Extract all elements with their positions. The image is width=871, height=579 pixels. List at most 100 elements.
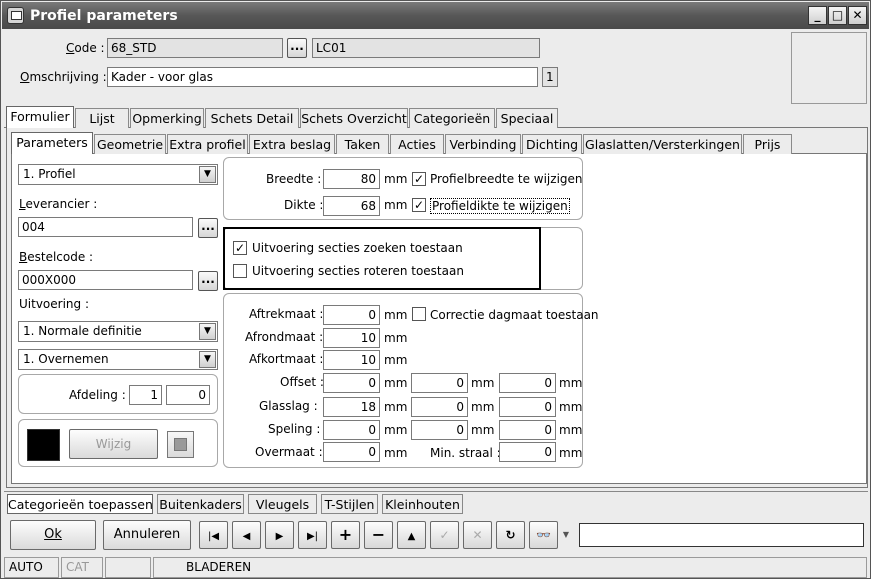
leverancier-lookup-button[interactable]: ...: [198, 218, 218, 238]
bottom-tab-t-stijlen[interactable]: T-Stijlen: [321, 494, 378, 514]
speling-field-3[interactable]: 0: [499, 420, 556, 440]
speling-label: Speling :: [268, 422, 321, 436]
subtab-glaslatten[interactable]: Glaslatten/Versterkingen: [583, 134, 742, 154]
type-select[interactable]: 1. Profiel ▼: [18, 164, 218, 185]
tab-opmerking[interactable]: Opmerking: [130, 108, 204, 128]
search-dropdown-button[interactable]: ▼: [560, 528, 572, 542]
zoeken-label: Uitvoering secties zoeken toestaan: [252, 241, 463, 255]
code-extra-field[interactable]: LC01: [312, 38, 540, 58]
tab-speciaal[interactable]: Speciaal: [496, 108, 558, 128]
subtab-parameters[interactable]: Parameters: [11, 132, 93, 154]
glasslag-field-2[interactable]: 0: [411, 397, 468, 417]
dikte-unit: mm: [384, 198, 408, 212]
bottom-tab-categorieen-toepassen[interactable]: Categorieën toepassen: [7, 494, 153, 514]
post-record-button[interactable]: ✓: [430, 521, 459, 549]
subtab-dichting[interactable]: Dichting: [522, 134, 582, 154]
delete-record-button[interactable]: −: [364, 521, 393, 549]
chevron-down-icon[interactable]: ▼: [199, 166, 216, 183]
offset-field-2[interactable]: 0: [411, 373, 468, 393]
title-bar[interactable]: Profiel parameters _ □ ✕: [2, 2, 869, 29]
maximize-button[interactable]: □: [828, 6, 847, 25]
tab-schets-overzicht[interactable]: Schets Overzicht: [300, 108, 408, 128]
overmaat-field[interactable]: 0: [323, 442, 380, 462]
breedte-field[interactable]: 80: [323, 169, 380, 189]
edit-record-button[interactable]: ▲: [397, 521, 426, 549]
subtab-extra-profiel[interactable]: Extra profiel: [167, 134, 248, 154]
chevron-down-icon[interactable]: ▼: [199, 351, 216, 368]
subtab-taken[interactable]: Taken: [336, 134, 389, 154]
status-empty: [105, 557, 151, 578]
leverancier-field[interactable]: 004: [18, 217, 193, 237]
window: Profiel parameters _ □ ✕ Code : 68_STD .…: [0, 0, 871, 579]
uitvoering-label: Uitvoering :: [19, 297, 89, 311]
speling-field-2[interactable]: 0: [411, 420, 468, 440]
cancel-record-button[interactable]: ✕: [463, 521, 492, 549]
dikte-checkbox[interactable]: ✓: [412, 198, 426, 212]
color-picker-button[interactable]: [167, 431, 194, 458]
glasslag-field-1[interactable]: 18: [323, 397, 380, 417]
previous-record-button[interactable]: ◀: [232, 521, 261, 549]
code-lookup-button[interactable]: ...: [287, 38, 307, 58]
tab-formulier[interactable]: Formulier: [6, 106, 74, 128]
omschrijving-count: 1: [542, 67, 558, 87]
bestelcode-lookup-button[interactable]: ...: [198, 271, 218, 291]
minimize-button[interactable]: _: [808, 6, 827, 25]
correctie-checkbox[interactable]: [412, 307, 426, 321]
bestelcode-field[interactable]: 000X000: [18, 270, 193, 290]
triangle-up-icon: ▲: [407, 531, 416, 542]
first-record-button[interactable]: |◀: [199, 521, 228, 549]
next-record-button[interactable]: ▶: [265, 521, 294, 549]
color-swatch[interactable]: [27, 429, 60, 461]
zoeken-checkbox[interactable]: ✓: [233, 241, 247, 255]
last-record-button[interactable]: ▶|: [298, 521, 327, 549]
afdeling-field-2[interactable]: 0: [166, 385, 210, 405]
afrondmaat-field[interactable]: 10: [323, 328, 380, 348]
omschrijving-field[interactable]: Kader - voor glas: [107, 67, 538, 87]
refresh-button[interactable]: ↻: [496, 521, 525, 549]
offset-field-3[interactable]: 0: [499, 373, 556, 393]
subtab-verbinding[interactable]: Verbinding: [445, 134, 521, 154]
afkortmaat-unit: mm: [384, 353, 408, 367]
subtab-geometrie[interactable]: Geometrie: [94, 134, 166, 154]
bottom-tab-kleinhouten[interactable]: Kleinhouten: [382, 494, 463, 514]
offset-field-1[interactable]: 0: [323, 373, 380, 393]
afdeling-field-1[interactable]: 1: [129, 385, 162, 405]
chevron-down-icon[interactable]: ▼: [199, 323, 216, 340]
tab-schets-detail[interactable]: Schets Detail: [205, 108, 299, 128]
aftrekmaat-label: Aftrekmaat :: [249, 307, 324, 321]
omschrijving-label: Omschrijving :: [20, 70, 107, 84]
speling-unit-3: mm: [559, 423, 583, 437]
subtab-prijs[interactable]: Prijs: [743, 134, 792, 154]
ok-button[interactable]: Ok: [10, 520, 96, 550]
minimize-icon: _: [814, 8, 821, 22]
afrondmaat-unit: mm: [384, 331, 408, 345]
leverancier-label: Leverancier :: [19, 197, 98, 211]
search-input[interactable]: [579, 523, 864, 547]
next-icon: ▶: [275, 531, 284, 542]
min-straal-field[interactable]: 0: [499, 442, 556, 462]
overnemen-select[interactable]: 1. Overnemen ▼: [18, 349, 218, 370]
min-straal-unit: mm: [559, 446, 583, 460]
annuleren-button[interactable]: Annuleren: [103, 520, 191, 550]
glasslag-label: Glasslag :: [259, 399, 318, 413]
breedte-checkbox[interactable]: ✓: [412, 172, 426, 186]
afkortmaat-field[interactable]: 10: [323, 350, 380, 370]
speling-field-1[interactable]: 0: [323, 420, 380, 440]
ok-label: Ok: [44, 527, 62, 542]
dikte-field[interactable]: 68: [323, 196, 380, 216]
roteren-checkbox[interactable]: [233, 264, 247, 278]
uitvoering-select[interactable]: 1. Normale definitie ▼: [18, 321, 218, 342]
subtab-acties[interactable]: Acties: [390, 134, 444, 154]
aftrekmaat-field[interactable]: 0: [323, 305, 380, 325]
code-field[interactable]: 68_STD: [107, 38, 283, 58]
wijzig-button[interactable]: Wijzig: [69, 429, 158, 459]
add-record-button[interactable]: +: [331, 521, 360, 549]
tab-categorieen[interactable]: Categorieën: [409, 108, 495, 128]
bottom-tab-vleugels[interactable]: Vleugels: [248, 494, 317, 514]
glasslag-field-3[interactable]: 0: [499, 397, 556, 417]
search-button[interactable]: 👓: [529, 521, 558, 549]
bottom-tab-buitenkaders[interactable]: Buitenkaders: [157, 494, 244, 514]
close-button[interactable]: ✕: [848, 6, 867, 25]
tab-lijst[interactable]: Lijst: [75, 108, 129, 128]
subtab-extra-beslag[interactable]: Extra beslag: [249, 134, 335, 154]
